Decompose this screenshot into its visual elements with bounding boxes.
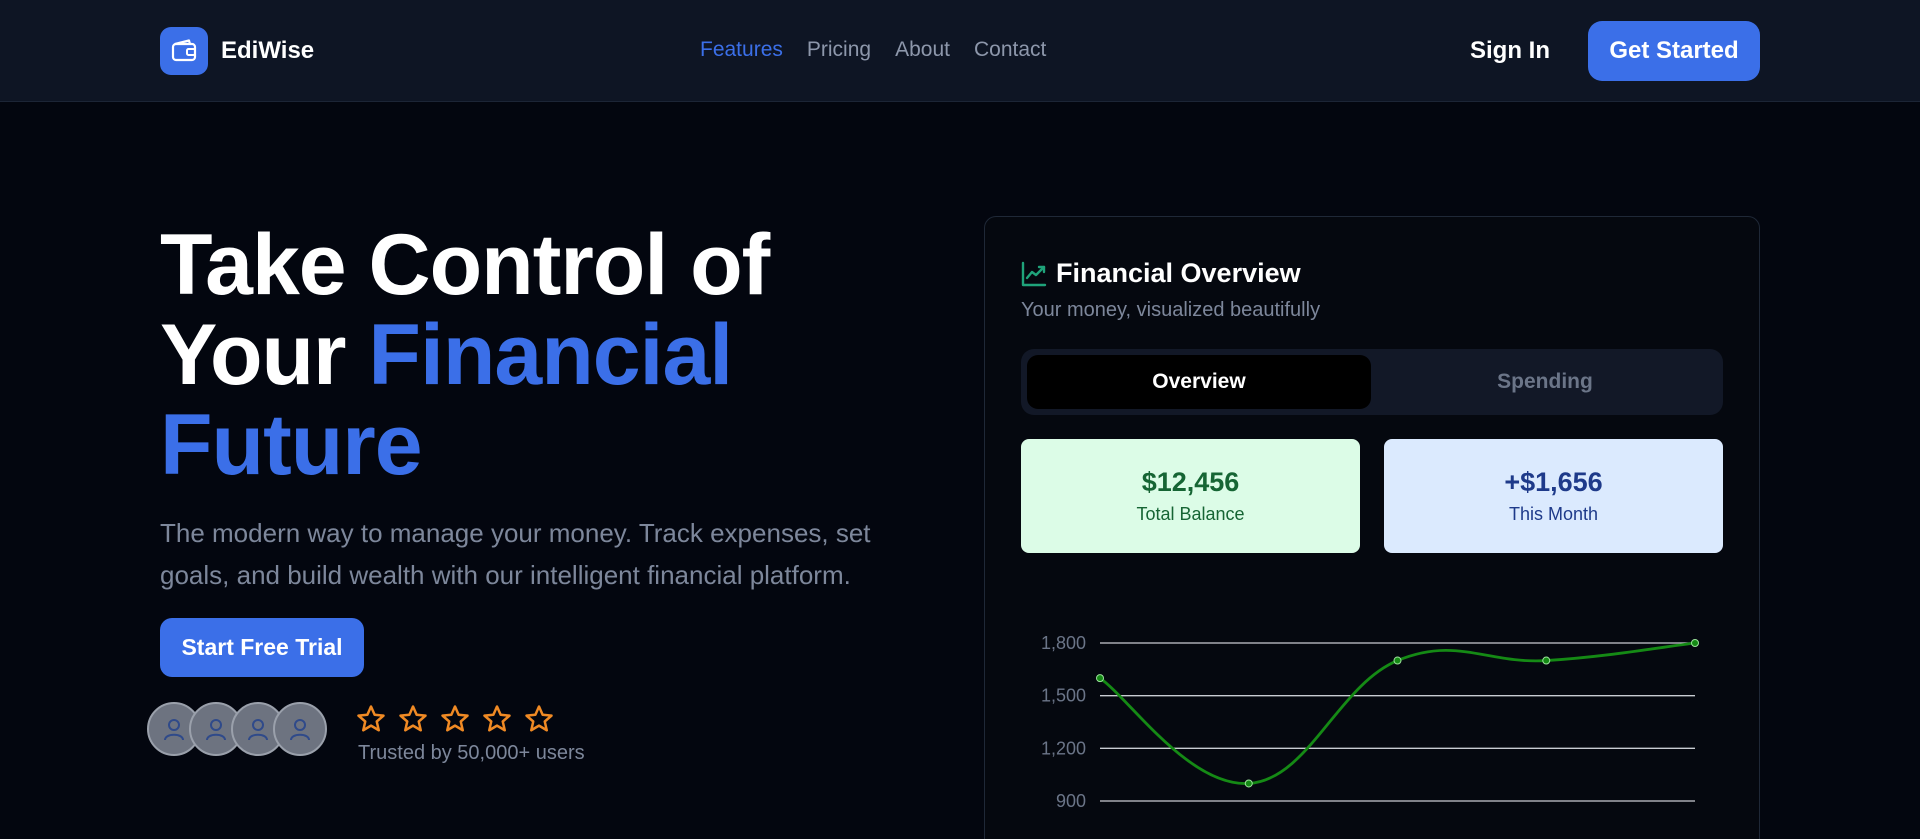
user-avatars [147,702,347,756]
total-balance-value: $12,456 [1141,467,1240,497]
star-icon [525,705,553,732]
y-tick-label: 1,200 [1041,738,1086,758]
sign-in-link[interactable]: Sign In [1470,37,1550,65]
view-tabs: Overview Spending [1021,349,1723,415]
top-navbar: EdiWise Features Pricing About Contact S… [0,0,1920,102]
star-icon [483,705,511,732]
data-point [1393,656,1402,665]
y-tick-label: 1,800 [1041,633,1086,653]
hero-title-accent: Financial [368,307,733,403]
nav-link-about[interactable]: About [895,38,950,62]
y-tick-label: 1,500 [1041,686,1086,706]
card-title: Financial Overview [1056,258,1301,288]
star-icon [357,705,385,732]
brand-name: EdiWise [221,37,315,64]
data-point [1244,779,1253,788]
nav-link-features[interactable]: Features [700,38,783,62]
get-started-button[interactable]: Get Started [1588,21,1760,81]
hero-description: The modern way to manage your money. Tra… [160,518,871,590]
start-free-trial-button[interactable]: Start Free Trial [160,618,364,677]
star-icon [441,705,469,732]
total-balance-stat: $12,456 Total Balance [1021,439,1360,553]
hero-title-line3: Future [160,397,423,493]
trending-chart-icon [1021,261,1047,286]
hero-title-line1: Take Control of [160,217,770,313]
nav-link-pricing[interactable]: Pricing [807,38,871,62]
wallet-icon [160,27,208,75]
tab-overview[interactable]: Overview [1027,355,1371,409]
y-tick-label: 900 [1056,791,1086,811]
nav-link-contact[interactable]: Contact [974,38,1046,62]
data-point [1691,639,1699,647]
this-month-stat: +$1,656 This Month [1384,439,1723,553]
tab-spending[interactable]: Spending [1373,355,1717,409]
this-month-value: +$1,656 [1504,467,1603,497]
user-avatar-icon [273,702,327,756]
rating-stars [356,704,554,734]
balance-line-chart: 900 1,200 1,500 1,800 [1041,633,1699,811]
data-point [1096,674,1104,683]
nav-links: Features Pricing About Contact [700,38,1046,62]
card-header: Financial Overview [1020,258,1301,289]
brand[interactable]: EdiWise [160,27,314,75]
data-point [1542,656,1551,665]
this-month-label: This Month [1508,504,1599,524]
total-balance-label: Total Balance [1136,504,1245,524]
star-icon [399,705,427,732]
hero-title-line2: Your [160,307,369,403]
card-subtitle: Your money, visualized beautifully [1021,299,1321,321]
trusted-by-text: Trusted by 50,000+ users [358,742,585,764]
hero-title: Take Control of Your Financial Future [160,220,960,490]
